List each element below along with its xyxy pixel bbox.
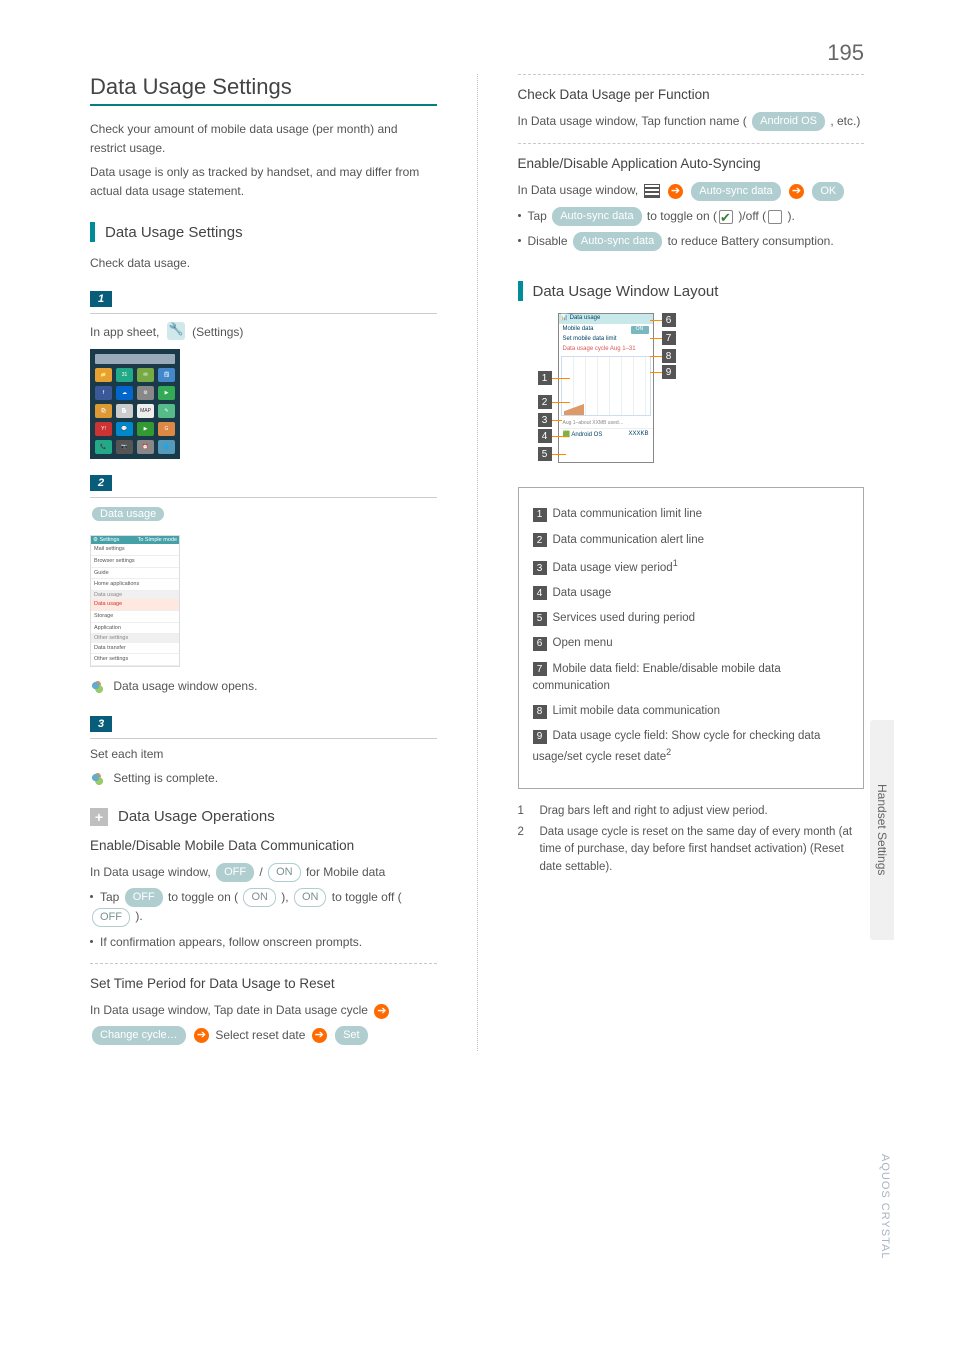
dashed-separator [518,74,865,75]
off-button[interactable]: OFF [92,908,130,927]
on-button[interactable]: ON [243,888,276,907]
result-icon [90,680,104,694]
off-button[interactable]: OFF [125,888,163,907]
step-badge-1: 1 [90,291,112,307]
step2-result: Data usage window opens. [90,679,437,694]
left-column: Data Usage Settings Check your amount of… [90,74,437,1051]
page-title: Data Usage Settings [90,74,437,100]
arrow-icon [194,1028,209,1043]
op1-bullet1: Tap OFF to toggle on ( ON ), ON to toggl… [90,888,437,927]
page-number: 195 [827,40,864,66]
footnotes: 1Drag bars left and right to adjust view… [518,803,865,876]
title-rule [90,104,437,106]
arrow-icon [374,1004,389,1019]
op2-line1: In Data usage window, Tap date in Data u… [90,1001,437,1020]
step1-pre: In app sheet, [90,325,163,339]
arrow-icon [312,1028,327,1043]
legend-8: Limit mobile data communication [553,705,720,717]
step1-body: In app sheet, (Settings) [90,322,437,339]
subhead-data-usage-settings: Data Usage Settings [90,222,437,242]
step2-body: Data usage [90,506,437,521]
step-badge-3: 3 [90,716,112,732]
layout-diagram: 📊 Data usage Mobile data ON Set mobile d… [538,313,658,473]
legend-6: Open menu [553,637,613,649]
intro-p1: Check your amount of mobile data usage (… [90,120,437,157]
legend-4: Data usage [553,587,612,599]
step-rule [90,738,437,739]
plus-icon: + [90,808,108,826]
menu-icon[interactable] [644,184,660,198]
auto-sync-button[interactable]: Auto-sync data [691,182,780,201]
result-icon [90,772,104,786]
off-button[interactable]: OFF [216,863,254,882]
legend-1: Data communication limit line [553,508,703,520]
sub1-desc: Check data usage. [90,254,437,273]
side-tab-handset-settings: Handset Settings [870,720,894,940]
product-name: AQUOS CRYSTAL [879,1154,891,1260]
legend-3: Data usage view period [553,562,673,574]
subhead-operations: + Data Usage Operations [90,808,437,826]
footnote-2: Data usage cycle is reset on the same da… [540,824,865,876]
dashed-separator [518,143,865,144]
op1-heading: Enable/Disable Mobile Data Communication [90,838,437,853]
android-os-button[interactable]: Android OS [752,112,825,131]
op4-heading: Enable/Disable Application Auto-Syncing [518,156,865,171]
auto-sync-button[interactable]: Auto-sync data [573,232,662,251]
step-rule [90,313,437,314]
step3-body: Set each item [90,747,437,761]
on-button[interactable]: ON [294,888,327,907]
op4-line1: In Data usage window, Auto-sync data OK [518,181,865,200]
checkbox-off-icon [768,210,782,224]
op3-line1: In Data usage window, Tap function name … [518,112,865,131]
op2-line2: Change cycle… Select reset date Set [90,1026,437,1045]
subhead-bar [518,281,523,301]
ok-button[interactable]: OK [812,182,844,201]
op3-heading: Check Data Usage per Function [518,87,865,102]
subhead-text: Data Usage Operations [118,808,275,825]
subhead-text: Data Usage Window Layout [533,283,719,300]
checkbox-on-icon [719,210,733,224]
step-badge-2: 2 [90,475,112,491]
arrow-icon [789,184,804,199]
op2-heading: Set Time Period for Data Usage to Reset [90,976,437,991]
subhead-bar [90,222,95,242]
legend-9: Data usage cycle field: Show cycle for c… [533,730,821,762]
on-button[interactable]: ON [268,863,301,882]
step1-post: (Settings) [192,325,243,339]
arrow-icon [668,184,683,199]
data-usage-button[interactable]: Data usage [92,507,164,521]
intro-p2: Data usage is only as tracked by handset… [90,163,437,200]
legend-7: Mobile data field: Enable/disable mobile… [533,663,781,692]
side-tab-label: Handset Settings [875,784,889,875]
subhead-window-layout: Data Usage Window Layout [518,281,865,301]
wrench-icon [167,322,185,340]
layout-legend-box: 1Data communication limit line 2Data com… [518,487,865,788]
dashed-separator [90,963,437,964]
change-cycle-button[interactable]: Change cycle… [92,1026,186,1045]
footnote-1: Drag bars left and right to adjust view … [540,803,768,820]
column-divider [477,74,478,1051]
legend-2: Data communication alert line [553,534,705,546]
step-rule [90,497,437,498]
auto-sync-button[interactable]: Auto-sync data [552,207,641,226]
right-column: Check Data Usage per Function In Data us… [518,74,865,1051]
op4-bullet1: Tap Auto-sync data to toggle on ( )/off … [518,207,865,226]
op1-bullet2: If confirmation appears, follow onscreen… [90,933,437,952]
settings-screenshot: ⚙ SettingsTo Simple mode Mail settings B… [90,535,180,667]
op1-line1: In Data usage window, OFF / ON for Mobil… [90,863,437,882]
op4-bullet2: Disable Auto-sync data to reduce Battery… [518,232,865,251]
set-button[interactable]: Set [335,1026,368,1045]
app-sheet-screenshot: 📁31 ✉🗒 f☁ ⚙▶ 🛍📄 MAP✎ Y!💬 ▶G 📞📷 ⏰🌐 [90,349,180,459]
subhead-text: Data Usage Settings [105,224,243,241]
legend-5: Services used during period [553,612,696,624]
step3-result: Setting is complete. [90,771,437,786]
